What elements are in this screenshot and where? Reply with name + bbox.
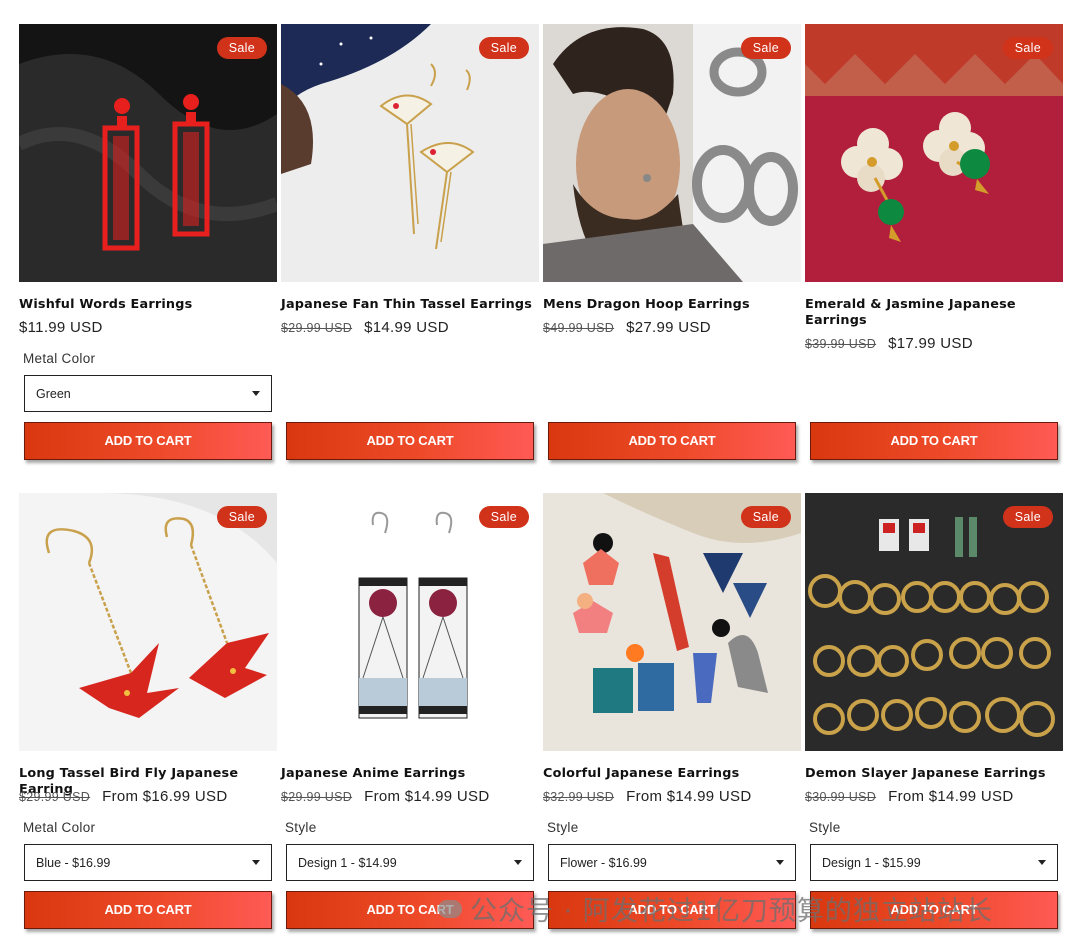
product-price: $29.99 USD From $14.99 USD bbox=[281, 788, 490, 805]
option-label: Style bbox=[285, 820, 317, 835]
sale-badge: Sale bbox=[740, 37, 791, 59]
current-price: $14.99 USD bbox=[364, 319, 449, 336]
watermark: 公众号 · 阿发花过1亿刀预算的独立站站长 bbox=[438, 889, 993, 928]
compare-at-price: $32.99 USD bbox=[543, 790, 615, 804]
product-card: Sale Wishful Words Earrings $11.99 USD M… bbox=[19, 24, 277, 484]
select-value: Blue - $16.99 bbox=[36, 856, 111, 870]
current-price: $17.99 USD bbox=[888, 335, 973, 352]
sale-badge: Sale bbox=[216, 37, 267, 59]
product-title[interactable]: Mens Dragon Hoop Earrings bbox=[543, 297, 805, 313]
compare-at-price: $49.99 USD bbox=[543, 321, 615, 335]
select-value: Design 1 - $15.99 bbox=[822, 856, 921, 870]
product-title[interactable]: Colorful Japanese Earrings bbox=[543, 766, 805, 782]
style-select[interactable]: Design 1 - $14.99 bbox=[286, 844, 534, 881]
chevron-down-icon bbox=[776, 860, 784, 865]
compare-at-price: $39.99 USD bbox=[805, 337, 877, 351]
wechat-icon bbox=[438, 900, 462, 918]
product-price: $39.99 USD $17.99 USD bbox=[805, 335, 973, 352]
sale-badge: Sale bbox=[478, 506, 529, 528]
product-price: $32.99 USD From $14.99 USD bbox=[543, 788, 752, 805]
watermark-text: 公众号 · 阿发花过1亿刀预算的独立站站长 bbox=[470, 896, 993, 927]
product-price: $30.99 USD From $14.99 USD bbox=[805, 788, 1014, 805]
select-value: Flower - $16.99 bbox=[560, 856, 647, 870]
sale-badge: Sale bbox=[1002, 37, 1053, 59]
product-price: $49.99 USD $27.99 USD bbox=[543, 319, 711, 336]
product-card: Sale Long Tassel Bird Fly Japanese Earri… bbox=[19, 493, 277, 951]
metal-color-select[interactable]: Green bbox=[24, 375, 272, 412]
option-label: Style bbox=[809, 820, 841, 835]
product-card: Sale Demon Slayer Japanese Earrings $30.… bbox=[805, 493, 1063, 951]
product-image-tassel-bird[interactable]: Sale bbox=[19, 493, 277, 751]
product-image-fan-tassel[interactable]: Sale bbox=[281, 24, 539, 282]
product-title[interactable]: Japanese Fan Thin Tassel Earrings bbox=[281, 297, 543, 313]
option-label: Style bbox=[547, 820, 579, 835]
current-price: From $14.99 USD bbox=[888, 788, 1014, 805]
product-card: Sale Emerald & Jasmine Japanese Earrings… bbox=[805, 24, 1063, 484]
select-value: Design 1 - $14.99 bbox=[298, 856, 397, 870]
product-title[interactable]: Demon Slayer Japanese Earrings bbox=[805, 766, 1067, 782]
current-price: From $14.99 USD bbox=[364, 788, 490, 805]
product-card: Sale Colorful Japanese Earrings $32.99 U… bbox=[543, 493, 801, 951]
add-to-cart-button[interactable]: ADD TO CART bbox=[810, 422, 1058, 460]
product-title[interactable]: Japanese Anime Earrings bbox=[281, 766, 543, 782]
compare-at-price: $29.99 USD bbox=[281, 321, 353, 335]
product-image-colorful[interactable]: Sale bbox=[543, 493, 801, 751]
current-price: $27.99 USD bbox=[626, 319, 711, 336]
compare-at-price: $29.99 USD bbox=[281, 790, 353, 804]
sale-badge: Sale bbox=[478, 37, 529, 59]
product-row: Sale Wishful Words Earrings $11.99 USD M… bbox=[19, 24, 1063, 484]
chevron-down-icon bbox=[1038, 860, 1046, 865]
product-image-wishful-words[interactable]: Sale bbox=[19, 24, 277, 282]
product-image-emerald-jasmine[interactable]: Sale bbox=[805, 24, 1063, 282]
product-title[interactable]: Emerald & Jasmine Japanese Earrings bbox=[805, 297, 1067, 329]
chevron-down-icon bbox=[252, 860, 260, 865]
option-label: Metal Color bbox=[23, 351, 96, 366]
metal-color-select[interactable]: Blue - $16.99 bbox=[24, 844, 272, 881]
product-price: $29.99 USD $14.99 USD bbox=[281, 319, 449, 336]
product-title[interactable]: Wishful Words Earrings bbox=[19, 297, 281, 313]
select-value: Green bbox=[36, 387, 71, 401]
product-price: $11.99 USD bbox=[19, 319, 103, 336]
product-price: $29.99 USD From $16.99 USD bbox=[19, 788, 228, 805]
style-select[interactable]: Flower - $16.99 bbox=[548, 844, 796, 881]
current-price: $11.99 USD bbox=[19, 319, 103, 336]
product-image-dragon-hoop[interactable]: Sale bbox=[543, 24, 801, 282]
product-row: Sale Long Tassel Bird Fly Japanese Earri… bbox=[19, 493, 1063, 951]
sale-badge: Sale bbox=[216, 506, 267, 528]
chevron-down-icon bbox=[252, 391, 260, 396]
product-card: Sale Mens Dragon Hoop Earrings $49.99 US… bbox=[543, 24, 801, 484]
product-card: Sale Japanese Anime Earrings $29.99 USD F… bbox=[281, 493, 539, 951]
current-price: From $14.99 USD bbox=[626, 788, 752, 805]
style-select[interactable]: Design 1 - $15.99 bbox=[810, 844, 1058, 881]
chevron-down-icon bbox=[514, 860, 522, 865]
compare-at-price: $29.99 USD bbox=[19, 790, 91, 804]
add-to-cart-button[interactable]: ADD TO CART bbox=[286, 422, 534, 460]
sale-badge: Sale bbox=[740, 506, 791, 528]
add-to-cart-button[interactable]: ADD TO CART bbox=[548, 422, 796, 460]
current-price: From $16.99 USD bbox=[102, 788, 228, 805]
product-image-anime[interactable]: Sale bbox=[281, 493, 539, 751]
option-label: Metal Color bbox=[23, 820, 96, 835]
add-to-cart-button[interactable]: ADD TO CART bbox=[24, 422, 272, 460]
sale-badge: Sale bbox=[1002, 506, 1053, 528]
product-card: Sale Japanese Fan Thin Tassel Earrings $… bbox=[281, 24, 539, 484]
compare-at-price: $30.99 USD bbox=[805, 790, 877, 804]
add-to-cart-button[interactable]: ADD TO CART bbox=[24, 891, 272, 929]
product-image-demon-slayer[interactable]: Sale bbox=[805, 493, 1063, 751]
